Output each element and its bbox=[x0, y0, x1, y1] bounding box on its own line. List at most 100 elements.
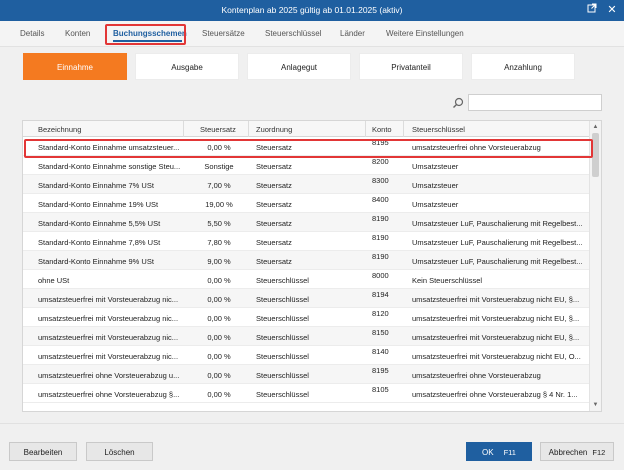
cell-bezeichnung: umsatzsteuerfrei mit Vorsteuerabzug nic.… bbox=[38, 333, 179, 342]
table-row[interactable]: Standard-Konto Einnahme sonstige Steu...… bbox=[23, 156, 591, 175]
column-header-zuordnung[interactable]: Zuordnung bbox=[256, 125, 292, 134]
cell-steuersatz: 0,00 % bbox=[207, 276, 231, 285]
cell-steuersatz: 0,00 % bbox=[207, 295, 231, 304]
table-row[interactable]: ohne USt 0,00 % Steuerschlüssel 8000 Kei… bbox=[23, 270, 591, 289]
cell-konto: 8400 bbox=[372, 195, 389, 204]
cell-zuordnung: Steuersatz bbox=[256, 238, 292, 247]
category-anzahlung-button[interactable]: Anzahlung bbox=[471, 53, 575, 80]
ok-button[interactable]: OK F11 bbox=[466, 442, 532, 461]
column-header-steuerschluessel[interactable]: Steuerschlüssel bbox=[412, 125, 465, 134]
cell-zuordnung: Steuerschlüssel bbox=[256, 276, 309, 285]
cell-steuersatz: 5,50 % bbox=[207, 219, 231, 228]
cell-konto: 8190 bbox=[372, 252, 389, 261]
table-row[interactable]: umsatzsteuerfrei mit Vorsteuerabzug nic.… bbox=[23, 308, 591, 327]
category-anlagegut-button[interactable]: Anlagegut bbox=[247, 53, 351, 80]
cell-zuordnung: Steuersatz bbox=[256, 219, 292, 228]
cell-bezeichnung: Standard-Konto Einnahme 9% USt bbox=[38, 257, 154, 266]
cell-zuordnung: Steuerschlüssel bbox=[256, 333, 309, 342]
table-row[interactable]: Standard-Konto Einnahme 9% USt 9,00 % St… bbox=[23, 251, 591, 270]
cell-steuerschluessel: Kein Steuerschlüssel bbox=[412, 276, 483, 285]
cell-zuordnung: Steuersatz bbox=[256, 162, 292, 171]
vertical-scrollbar[interactable]: ▲ ▼ bbox=[589, 121, 601, 411]
column-divider[interactable] bbox=[365, 121, 366, 137]
cell-bezeichnung: Standard-Konto Einnahme 7% USt bbox=[38, 181, 154, 190]
cell-steuerschluessel: umsatzsteuerfrei mit Vorsteuerabzug nich… bbox=[412, 333, 580, 342]
ok-button-label: OK bbox=[482, 448, 494, 457]
table-row[interactable]: umsatzsteuerfrei ohne Vorsteuerabzug §..… bbox=[23, 384, 591, 403]
cell-steuersatz: 0,00 % bbox=[207, 333, 231, 342]
cell-steuersatz: 0,00 % bbox=[207, 352, 231, 361]
cell-steuerschluessel: umsatzsteuerfrei mit Vorsteuerabzug nich… bbox=[412, 295, 580, 304]
cell-zuordnung: Steuerschlüssel bbox=[256, 352, 309, 361]
column-divider[interactable] bbox=[183, 121, 184, 137]
search-icon[interactable] bbox=[452, 97, 464, 109]
content-area: Einnahme Ausgabe Anlagegut Privatanteil … bbox=[0, 47, 624, 423]
table-row[interactable]: Standard-Konto Einnahme 7% USt 7,00 % St… bbox=[23, 175, 591, 194]
cell-bezeichnung: Standard-Konto Einnahme sonstige Steu... bbox=[38, 162, 181, 171]
tab-bar: Details Konten Buchungsschemen Steuersät… bbox=[0, 21, 624, 47]
cell-zuordnung: Steuersatz bbox=[256, 181, 292, 190]
column-divider[interactable] bbox=[248, 121, 249, 137]
delete-button[interactable]: Löschen bbox=[86, 442, 153, 461]
cell-konto: 8190 bbox=[372, 233, 389, 242]
table-row[interactable]: Standard-Konto Einnahme 7,8% USt 7,80 % … bbox=[23, 232, 591, 251]
tab-laender[interactable]: Länder bbox=[340, 29, 365, 38]
cell-bezeichnung: umsatzsteuerfrei ohne Vorsteuerabzug §..… bbox=[38, 390, 180, 399]
cell-steuersatz: 7,80 % bbox=[207, 238, 231, 247]
table-row[interactable]: Standard-Konto Einnahme 5,5% USt 5,50 % … bbox=[23, 213, 591, 232]
column-header-konto[interactable]: Konto bbox=[372, 125, 392, 134]
cell-bezeichnung: Standard-Konto Einnahme 5,5% USt bbox=[38, 219, 161, 228]
column-divider[interactable] bbox=[403, 121, 404, 137]
cancel-shortcut: F12 bbox=[592, 448, 606, 457]
tab-details[interactable]: Details bbox=[20, 29, 44, 38]
cell-steuerschluessel: Umsatzsteuer bbox=[412, 200, 459, 209]
cell-konto: 8140 bbox=[372, 347, 389, 356]
close-icon[interactable]: ✕ bbox=[604, 3, 620, 18]
tab-steuersaetze[interactable]: Steuersätze bbox=[202, 29, 245, 38]
scroll-up-icon[interactable]: ▲ bbox=[590, 122, 601, 132]
cell-steuerschluessel: umsatzsteuerfrei ohne Vorsteuerabzug bbox=[412, 371, 541, 380]
tab-konten[interactable]: Konten bbox=[65, 29, 90, 38]
table-header: Bezeichnung Steuersatz Zuordnung Konto S… bbox=[23, 121, 591, 137]
cell-steuersatz: 7,00 % bbox=[207, 181, 231, 190]
column-header-bezeichnung[interactable]: Bezeichnung bbox=[38, 125, 81, 134]
cell-steuerschluessel: Umsatzsteuer bbox=[412, 162, 459, 171]
ok-shortcut: F11 bbox=[503, 448, 516, 457]
cell-zuordnung: Steuerschlüssel bbox=[256, 295, 309, 304]
cell-bezeichnung: umsatzsteuerfrei mit Vorsteuerabzug nic.… bbox=[38, 352, 179, 361]
cell-zuordnung: Steuerschlüssel bbox=[256, 314, 309, 323]
cell-steuerschluessel: umsatzsteuerfrei ohne Vorsteuerabzug § 4… bbox=[412, 390, 578, 399]
cell-konto: 8150 bbox=[372, 328, 389, 337]
category-privatanteil-button[interactable]: Privatanteil bbox=[359, 53, 463, 80]
title-bar: Kontenplan ab 2025 gültig ab 01.01.2025 … bbox=[0, 0, 624, 21]
cancel-button[interactable]: Abbrechen F12 bbox=[540, 442, 614, 461]
cell-steuerschluessel: Umsatzsteuer LuF, Pauschalierung mit Reg… bbox=[412, 219, 583, 228]
cell-steuersatz: 19,00 % bbox=[205, 200, 233, 209]
footer-bar: Bearbeiten Löschen OK F11 Abbrechen F12 bbox=[0, 423, 624, 470]
cell-steuersatz: 0,00 % bbox=[207, 390, 231, 399]
search-input[interactable] bbox=[468, 94, 602, 111]
scroll-down-icon[interactable]: ▼ bbox=[590, 400, 601, 410]
column-header-steuersatz[interactable]: Steuersatz bbox=[200, 125, 236, 134]
category-ausgabe-button[interactable]: Ausgabe bbox=[135, 53, 239, 80]
cancel-button-label: Abbrechen bbox=[548, 448, 588, 457]
cell-steuerschluessel: umsatzsteuerfrei mit Vorsteuerabzug nich… bbox=[412, 352, 581, 361]
edit-button[interactable]: Bearbeiten bbox=[9, 442, 77, 461]
tab-weitere-einstellungen[interactable]: Weitere Einstellungen bbox=[386, 29, 464, 38]
cell-bezeichnung: umsatzsteuerfrei mit Vorsteuerabzug nic.… bbox=[38, 295, 179, 304]
tab-steuerschluessel[interactable]: Steuerschlüssel bbox=[265, 29, 321, 38]
cell-zuordnung: Steuersatz bbox=[256, 257, 292, 266]
table-row[interactable]: umsatzsteuerfrei mit Vorsteuerabzug nic.… bbox=[23, 346, 591, 365]
popout-icon[interactable] bbox=[584, 3, 600, 18]
row-highlight-box bbox=[24, 139, 593, 158]
table-row[interactable]: umsatzsteuerfrei mit Vorsteuerabzug nic.… bbox=[23, 289, 591, 308]
cell-konto: 8195 bbox=[372, 366, 389, 375]
cell-konto: 8120 bbox=[372, 309, 389, 318]
category-einnahme-button[interactable]: Einnahme bbox=[23, 53, 127, 80]
table-row[interactable]: Standard-Konto Einnahme 19% USt 19,00 % … bbox=[23, 194, 591, 213]
scrollbar-thumb[interactable] bbox=[592, 133, 599, 177]
table-row[interactable]: umsatzsteuerfrei ohne Vorsteuerabzug u..… bbox=[23, 365, 591, 384]
table-row[interactable]: umsatzsteuerfrei mit Vorsteuerabzug nic.… bbox=[23, 327, 591, 346]
cell-bezeichnung: Standard-Konto Einnahme 7,8% USt bbox=[38, 238, 161, 247]
cell-konto: 8200 bbox=[372, 157, 389, 166]
